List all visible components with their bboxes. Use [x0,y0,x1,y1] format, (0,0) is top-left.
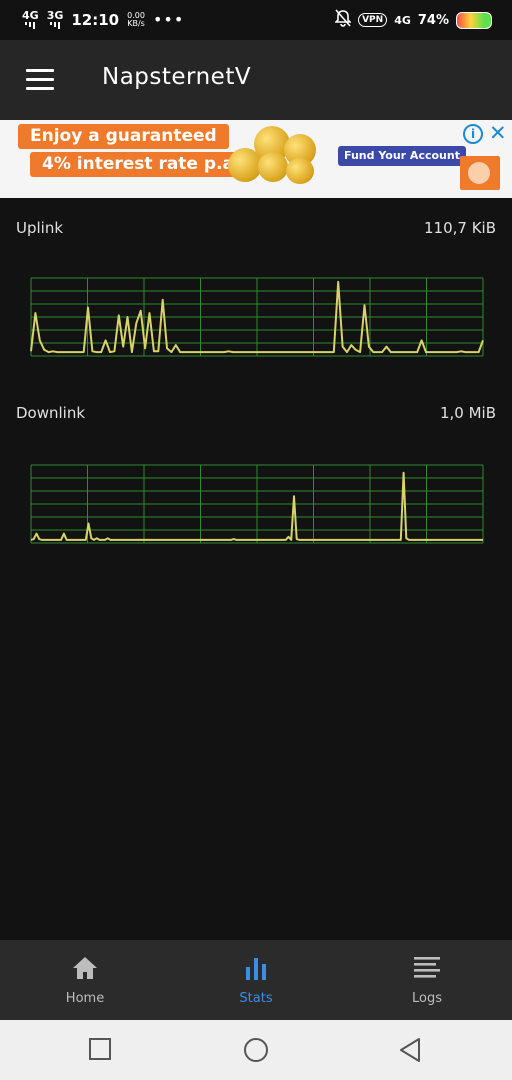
ad-subline: 4% interest rate p.a. [30,152,253,177]
nav-logs[interactable]: Logs [342,940,512,1020]
app-title: NapsternetV [102,64,252,90]
fund-account-button[interactable]: Fund Your Account [338,146,466,166]
app-toolbar: NapsternetV [0,40,512,120]
vpn-badge: VPN [358,13,388,27]
ad-close-icon[interactable]: ✕ [489,121,507,145]
bottom-navigation: Home Stats Logs [0,940,512,1020]
nav-stats[interactable]: Stats [171,940,341,1020]
signal-3g-icon: 3G [47,10,63,29]
network-speed: 0.00 KB/s [127,10,145,28]
hamburger-menu-icon[interactable] [26,69,54,91]
status-bar: 4G 3G 12:10 0.00 KB/s ••• VPN 4G 74% [0,0,512,40]
status-time: 12:10 [71,10,120,29]
nav-stats-label: Stats [239,991,273,1006]
gold-coins-image [228,124,324,184]
downlink-chart-svg [30,464,484,544]
nav-home[interactable]: Home [0,940,170,1020]
uplink-chart [0,268,512,368]
nav-home-label: Home [65,991,105,1006]
nav-logs-label: Logs [412,991,442,1006]
ad-banner[interactable]: Enjoy a guaranteed 4% interest rate p.a.… [0,120,512,198]
more-notifications-icon: ••• [152,10,185,29]
system-navigation-bar [0,1020,512,1080]
bank-logo [460,156,500,190]
downlink-chart [0,455,512,555]
bar-chart-icon [246,958,266,980]
uplink-label: Uplink [16,219,64,237]
back-triangle-icon[interactable] [398,1037,422,1063]
downlink-value: 1,0 MiB [439,404,496,422]
ad-headline: Enjoy a guaranteed [18,124,229,149]
home-icon [73,957,97,979]
battery-percent: 74% [417,12,449,28]
home-circle-icon[interactable] [243,1037,269,1063]
signal-4g-icon: 4G [22,10,39,29]
battery-icon [456,11,492,29]
ad-info-icon[interactable]: i [463,124,483,144]
downlink-label: Downlink [16,404,86,422]
bell-off-icon [334,9,353,31]
logs-list-icon [414,957,440,978]
recents-square-icon[interactable] [88,1037,112,1061]
uplink-value: 110,7 KiB [423,219,496,237]
signal-4g-icon-right: 4G [394,13,411,27]
uplink-chart-svg [30,277,484,357]
